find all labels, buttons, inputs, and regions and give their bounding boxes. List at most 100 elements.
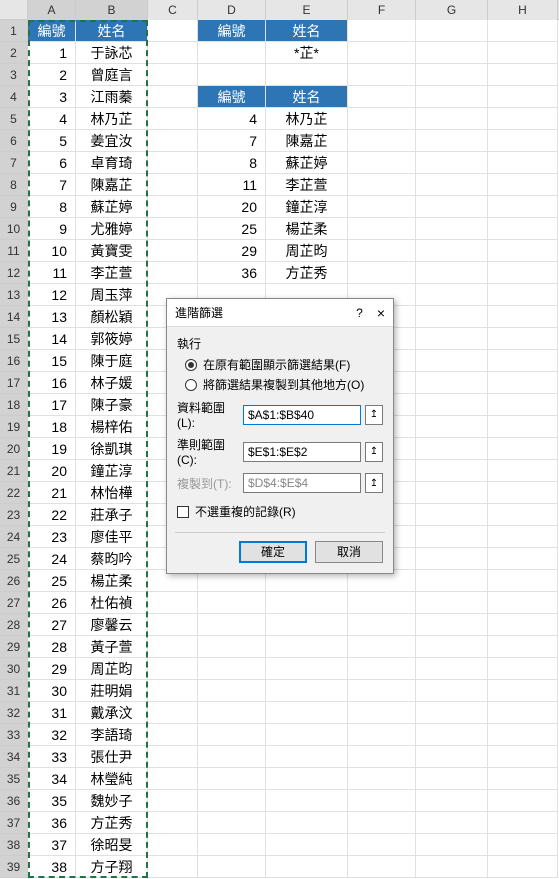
cell-empty[interactable] (148, 130, 198, 152)
col-header-C[interactable]: C (148, 0, 198, 20)
cell-id[interactable]: 15 (28, 350, 76, 372)
row-header[interactable]: 22 (0, 482, 28, 504)
cell-empty[interactable] (488, 86, 558, 108)
cell-empty[interactable] (488, 526, 558, 548)
cell-empty[interactable] (488, 350, 558, 372)
cell-name[interactable]: 陳子豪 (76, 394, 148, 416)
cell-empty[interactable] (348, 64, 416, 86)
cell-e[interactable] (266, 658, 348, 680)
row-header[interactable]: 33 (0, 724, 28, 746)
cell-d[interactable] (198, 680, 266, 702)
cell-empty[interactable] (488, 834, 558, 856)
cell-empty[interactable] (416, 438, 488, 460)
cell-empty[interactable] (416, 372, 488, 394)
cell-empty[interactable] (148, 152, 198, 174)
cell-name[interactable]: 卓育琦 (76, 152, 148, 174)
cell-empty[interactable] (348, 614, 416, 636)
cell-empty[interactable] (148, 702, 198, 724)
row-header[interactable]: 18 (0, 394, 28, 416)
cell-empty[interactable] (488, 240, 558, 262)
cell-id[interactable]: 14 (28, 328, 76, 350)
cell-d[interactable] (198, 592, 266, 614)
cell-id[interactable]: 38 (28, 856, 76, 878)
cell-id[interactable]: 5 (28, 130, 76, 152)
cell-empty[interactable] (488, 20, 558, 42)
cell-empty[interactable] (416, 284, 488, 306)
cell-id[interactable]: 18 (28, 416, 76, 438)
collapse-dialog-icon[interactable]: ↥ (365, 442, 383, 462)
cell-id[interactable]: 3 (28, 86, 76, 108)
cell-id[interactable]: 34 (28, 768, 76, 790)
dialog-titlebar[interactable]: 進階篩選 ? × (167, 299, 393, 327)
cell-empty[interactable] (488, 812, 558, 834)
cell-empty[interactable] (348, 262, 416, 284)
cell-e[interactable]: 蘇芷婷 (266, 152, 348, 174)
cell-empty[interactable] (488, 64, 558, 86)
cell-e[interactable] (266, 680, 348, 702)
cell-id[interactable]: 37 (28, 834, 76, 856)
row-header[interactable]: 32 (0, 702, 28, 724)
cell-empty[interactable] (348, 680, 416, 702)
cell-id[interactable]: 29 (28, 658, 76, 680)
cell-empty[interactable] (488, 42, 558, 64)
cell-header-name[interactable]: 姓名 (76, 20, 148, 42)
cell-empty[interactable] (416, 834, 488, 856)
cell-e[interactable] (266, 790, 348, 812)
list-range-input[interactable]: $A$1:$B$40 (243, 405, 361, 425)
cell-empty[interactable] (488, 614, 558, 636)
row-header[interactable]: 8 (0, 174, 28, 196)
row-header[interactable]: 36 (0, 790, 28, 812)
cell-empty[interactable] (348, 724, 416, 746)
row-header[interactable]: 11 (0, 240, 28, 262)
cell-empty[interactable] (416, 680, 488, 702)
cell-name[interactable]: 林瑩純 (76, 768, 148, 790)
cell-empty[interactable] (488, 460, 558, 482)
row-header[interactable]: 5 (0, 108, 28, 130)
cell-empty[interactable] (488, 196, 558, 218)
cell-empty[interactable] (348, 768, 416, 790)
cell-header-id[interactable]: 編號 (28, 20, 76, 42)
cell-id[interactable]: 10 (28, 240, 76, 262)
cell-empty[interactable] (416, 658, 488, 680)
cell-d[interactable]: 編號 (198, 86, 266, 108)
cell-empty[interactable] (416, 42, 488, 64)
cell-empty[interactable] (488, 152, 558, 174)
row-header[interactable]: 39 (0, 856, 28, 878)
cell-empty[interactable] (348, 702, 416, 724)
row-header[interactable]: 19 (0, 416, 28, 438)
cell-e[interactable]: 姓名 (266, 20, 348, 42)
cell-empty[interactable] (416, 262, 488, 284)
cell-id[interactable]: 22 (28, 504, 76, 526)
cell-d[interactable] (198, 856, 266, 878)
cell-e[interactable] (266, 812, 348, 834)
row-header[interactable]: 34 (0, 746, 28, 768)
cell-empty[interactable] (148, 86, 198, 108)
cell-e[interactable] (266, 64, 348, 86)
cell-empty[interactable] (148, 724, 198, 746)
radio-filter-in-place[interactable]: 在原有範圍顯示篩選結果(F) (185, 356, 383, 373)
cell-empty[interactable] (148, 834, 198, 856)
cell-name[interactable]: 林乃芷 (76, 108, 148, 130)
row-header[interactable]: 23 (0, 504, 28, 526)
cell-id[interactable]: 26 (28, 592, 76, 614)
cell-empty[interactable] (348, 834, 416, 856)
cell-e[interactable] (266, 592, 348, 614)
cell-id[interactable]: 33 (28, 746, 76, 768)
cell-empty[interactable] (488, 130, 558, 152)
cell-empty[interactable] (488, 504, 558, 526)
cell-e[interactable]: 方芷秀 (266, 262, 348, 284)
ok-button[interactable]: 確定 (239, 541, 307, 563)
cell-d[interactable] (198, 768, 266, 790)
cell-d[interactable] (198, 746, 266, 768)
cell-empty[interactable] (488, 482, 558, 504)
cell-e[interactable] (266, 724, 348, 746)
row-header[interactable]: 30 (0, 658, 28, 680)
cell-empty[interactable] (488, 548, 558, 570)
row-header[interactable]: 38 (0, 834, 28, 856)
col-header-G[interactable]: G (416, 0, 488, 20)
cell-empty[interactable] (416, 482, 488, 504)
row-header[interactable]: 14 (0, 306, 28, 328)
cell-empty[interactable] (348, 218, 416, 240)
cell-empty[interactable] (488, 746, 558, 768)
cell-empty[interactable] (416, 174, 488, 196)
